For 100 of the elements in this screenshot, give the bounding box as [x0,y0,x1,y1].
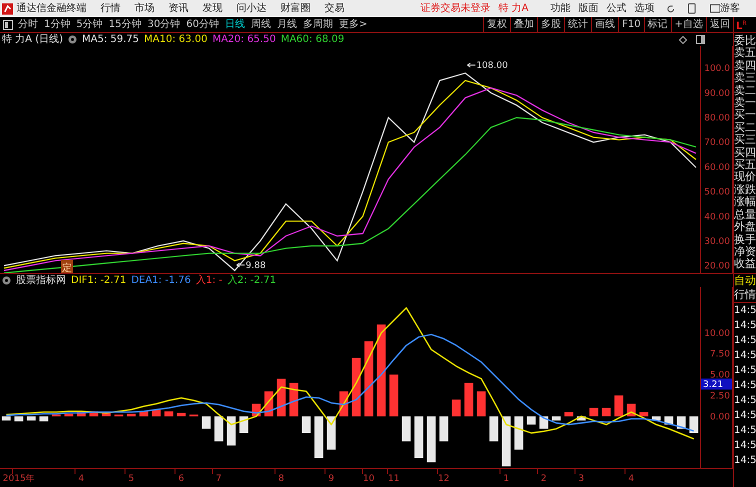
tick-time: 14:5 [734,408,756,423]
legend-value: 入2: -2.71 [227,274,276,288]
tick-time: 14:5 [734,424,756,438]
tick-time: 14:5 [734,304,756,318]
macd-bar [202,416,211,429]
macd-bar [89,411,98,416]
price-label: 108.00 [476,61,508,72]
axis-label: 40.00 [704,212,730,222]
menu-item[interactable]: 公式 [606,2,626,14]
macd-bar [526,416,536,425]
macd-bar [602,408,611,416]
macd-bar [426,416,436,462]
macd-bar [552,416,561,420]
settings-icon[interactable] [2,276,11,285]
axis-label: 1 [503,474,510,484]
menu-item[interactable]: 选项 [634,2,654,14]
quote-field-label: 净资 [734,246,756,258]
macd-bar [164,411,174,416]
diamond-icon[interactable] [679,36,687,44]
macd-bar [289,382,298,416]
refresh-icon[interactable] [666,4,676,14]
toolbar-button[interactable]: +自选 [670,17,706,32]
tick-time: 14:5 [734,364,756,378]
settings-icon[interactable] [68,35,78,44]
toolbar-button[interactable]: 叠加 [510,17,538,32]
quote-field-label: 买五 [734,159,756,172]
macd-bar [126,414,136,416]
panel-toggle-icon[interactable] [696,35,705,44]
menu-item[interactable]: 交易 [324,2,344,14]
quote-field-label: 涨跌 [734,184,756,196]
legend-value: : 68.09 [309,33,344,47]
period-tab[interactable]: 5分钟 [76,17,103,32]
level-indicator: L [736,22,742,32]
toolbar-button[interactable]: 返回 [706,17,733,32]
toolbar-button[interactable]: 画线 [591,17,618,32]
axis-label: 10 [363,474,374,484]
macd-bar [639,412,648,416]
menu-item[interactable]: 资讯 [168,2,188,14]
menu-item[interactable]: 财富圈 [280,2,310,14]
menu-item[interactable]: 发现 [202,2,222,14]
chart-title: 特 力A (日线) [2,32,64,47]
period-tab[interactable]: 月线 [276,17,297,32]
period-tab[interactable]: 日线 [224,17,245,32]
tick-time: 14:5 [734,438,756,453]
axis-label: 9 [328,474,334,484]
macd-bar [352,358,361,416]
period-tab[interactable]: 60分钟 [186,17,219,32]
period-tab[interactable]: 更多> [338,17,368,32]
quote-field-label: 卖五 [734,47,756,60]
menu-item[interactable]: 版面 [578,2,598,14]
axis-label: 2 [540,474,547,484]
menu-item[interactable]: 功能 [550,2,570,14]
phone-icon[interactable] [688,3,696,14]
mode-label: 行情 [734,288,756,303]
quote-field-label: 卖三 [734,72,756,85]
period-tab[interactable]: 分时 [18,17,38,32]
axis-label: 60.00 [704,162,730,173]
series-name: MA10 [144,33,172,47]
tick-time: 14:5 [734,348,756,363]
axis-label: 90.00 [704,88,730,99]
legend-value: 入1: - [196,274,222,288]
menu-item[interactable]: 问小达 [236,2,266,14]
quote-field-label: 买三 [734,134,756,147]
axis-label: 7 [216,474,222,484]
panel-toggle-icon[interactable] [3,20,13,30]
period-tab[interactable]: 1分钟 [44,17,70,32]
axis-label: 7.50 [710,350,730,360]
legend-value: : -2.71 [94,274,126,288]
toolbar-button[interactable]: 复权 [483,17,510,32]
axis-label: 6 [178,474,184,484]
current-value: 3.21 [701,378,732,390]
macd-bar [589,408,598,416]
toolbar-button[interactable]: 统计 [564,17,592,32]
macd-bar [302,416,311,433]
macd-bar [414,416,424,458]
legend-value: : 63.00 [172,33,208,47]
quote-field-label: 涨幅 [734,196,756,209]
user-name[interactable]: 游客 [720,2,740,14]
menu-item[interactable]: 市场 [134,2,154,14]
macd-bar [614,395,624,416]
period-tab[interactable]: 30分钟 [147,17,180,32]
macd-bar [226,416,236,446]
period-tab[interactable]: 多周期 [302,17,333,32]
mode-label[interactable]: 自动 [734,274,756,288]
message-icon[interactable] [710,4,720,13]
axis-label: 4 [78,474,84,484]
axis-label: 2015年 [2,474,35,484]
toolbar-button[interactable]: 标记 [644,17,671,32]
axis-label: 4 [628,474,634,484]
macd-bar [102,412,111,416]
menu-item[interactable]: 行情 [100,2,120,14]
period-tab[interactable]: 周线 [250,17,271,32]
axis-label: 70.00 [704,138,730,148]
macd-bar [564,412,574,416]
toolbar-button[interactable]: F10 [618,17,644,32]
toolbar-button[interactable]: 多股 [537,17,564,32]
period-tab[interactable]: 15分钟 [108,17,142,32]
tick-time: 14:5 [734,394,756,408]
macd-bar [26,416,36,420]
quote-field-label: 买一 [734,109,756,122]
